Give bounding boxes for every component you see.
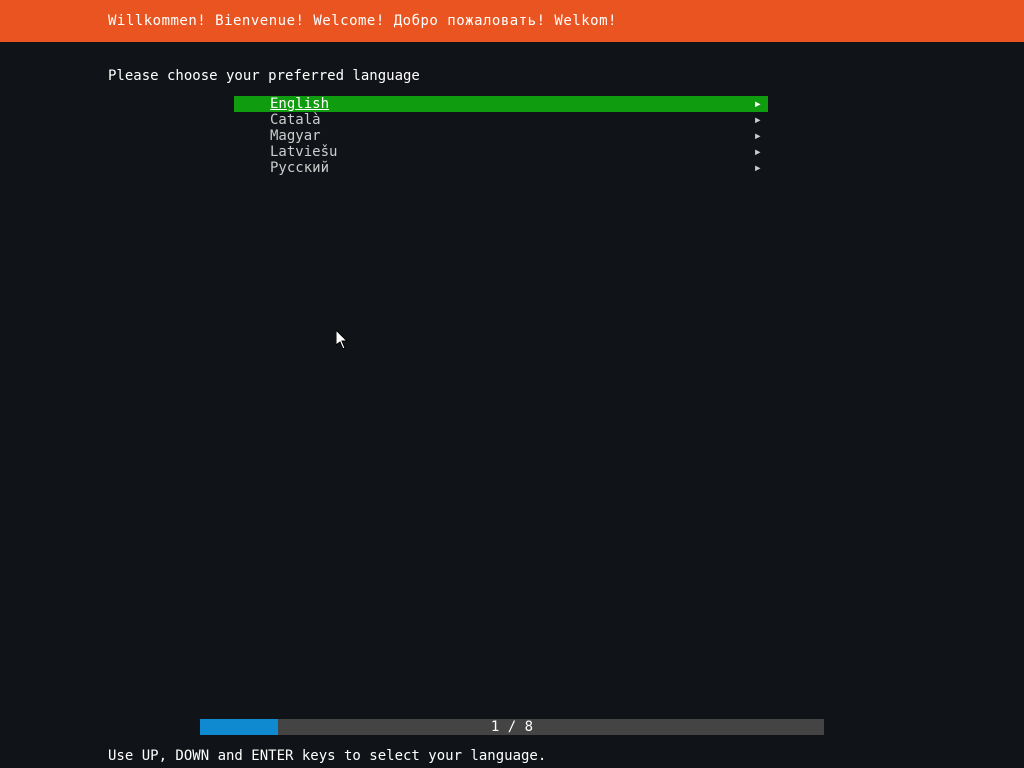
language-menu[interactable]: English ▸ Català ▸ Magyar ▸ Latviešu ▸ Р… <box>234 96 768 176</box>
chevron-right-icon: ▸ <box>754 160 762 176</box>
language-label: Latviešu <box>270 144 337 160</box>
progress-bar: 1 / 8 <box>200 719 824 735</box>
language-label: Català <box>270 112 321 128</box>
language-label: Magyar <box>270 128 321 144</box>
language-option-magyar[interactable]: Magyar ▸ <box>234 128 768 144</box>
language-option-english[interactable]: English ▸ <box>234 96 768 112</box>
header-bar: Willkommen! Bienvenue! Welcome! Добро по… <box>0 0 1024 42</box>
header-title: Willkommen! Bienvenue! Welcome! Добро по… <box>108 13 617 29</box>
chevron-right-icon: ▸ <box>754 144 762 160</box>
language-prompt: Please choose your preferred language <box>108 68 420 84</box>
language-option-latviesu[interactable]: Latviešu ▸ <box>234 144 768 160</box>
chevron-right-icon: ▸ <box>754 112 762 128</box>
chevron-right-icon: ▸ <box>754 128 762 144</box>
progress-label: 1 / 8 <box>200 719 824 735</box>
mouse-cursor-icon <box>336 330 350 350</box>
language-label: Русский <box>270 160 329 176</box>
language-label: English <box>270 96 329 112</box>
language-option-catala[interactable]: Català ▸ <box>234 112 768 128</box>
footer-hint: Use UP, DOWN and ENTER keys to select yo… <box>108 748 546 764</box>
language-option-russian[interactable]: Русский ▸ <box>234 160 768 176</box>
installer-screen: { "header": { "title": "Willkommen! Bien… <box>0 0 1024 768</box>
chevron-right-icon: ▸ <box>754 96 762 112</box>
